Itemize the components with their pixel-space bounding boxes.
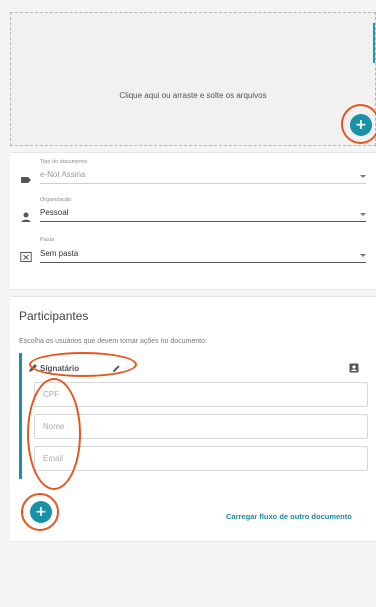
- dropzone-accent-bar: [373, 23, 375, 63]
- chevron-down-icon: [360, 254, 366, 257]
- label-tag-icon: [21, 177, 31, 183]
- document-type-label: Tipo do documento: [40, 159, 87, 165]
- participants-subtitle: Escolha os usuários que devem tomar açõe…: [19, 338, 207, 345]
- chevron-down-icon: [360, 213, 366, 216]
- folder-select[interactable]: Pasta Sem pasta: [20, 237, 366, 267]
- annotation-circle-upload: [341, 104, 376, 144]
- load-flow-link[interactable]: Carregar fluxo de outro documento: [226, 512, 352, 521]
- folder-value: Sem pasta: [40, 249, 79, 258]
- field-underline: [40, 262, 366, 263]
- file-dropzone[interactable]: Clique aqui ou arraste e solte os arquiv…: [10, 12, 376, 146]
- participants-card: Participantes Escolha os usuários que de…: [10, 296, 376, 542]
- organization-value: Pessoal: [40, 208, 69, 217]
- contact-card-icon[interactable]: [349, 363, 359, 373]
- email-field[interactable]: [34, 446, 368, 471]
- annotation-circle-fields: [27, 378, 81, 490]
- document-type-select[interactable]: Tipo do documento e-Not Assina: [20, 159, 366, 187]
- folder-label: Pasta: [40, 237, 55, 243]
- field-underline: [40, 183, 366, 184]
- document-details-card: Tipo do documento e-Not Assina Organizaç…: [10, 152, 376, 290]
- name-field[interactable]: [34, 414, 368, 439]
- participants-title: Participantes: [19, 309, 89, 323]
- document-type-value: e-Not Assina: [40, 170, 86, 179]
- field-underline: [40, 221, 366, 222]
- organization-select[interactable]: Organização Pessoal: [20, 197, 366, 225]
- cpf-field[interactable]: [34, 382, 368, 407]
- folder-x-icon: [20, 252, 32, 262]
- dropzone-prompt: Clique aqui ou arraste e solte os arquiv…: [119, 91, 267, 100]
- organization-label: Organização: [40, 197, 72, 203]
- chevron-down-icon: [360, 175, 366, 178]
- annotation-circle-add: [21, 493, 59, 531]
- person-icon: [21, 212, 31, 222]
- annotation-circle-role: [29, 352, 137, 377]
